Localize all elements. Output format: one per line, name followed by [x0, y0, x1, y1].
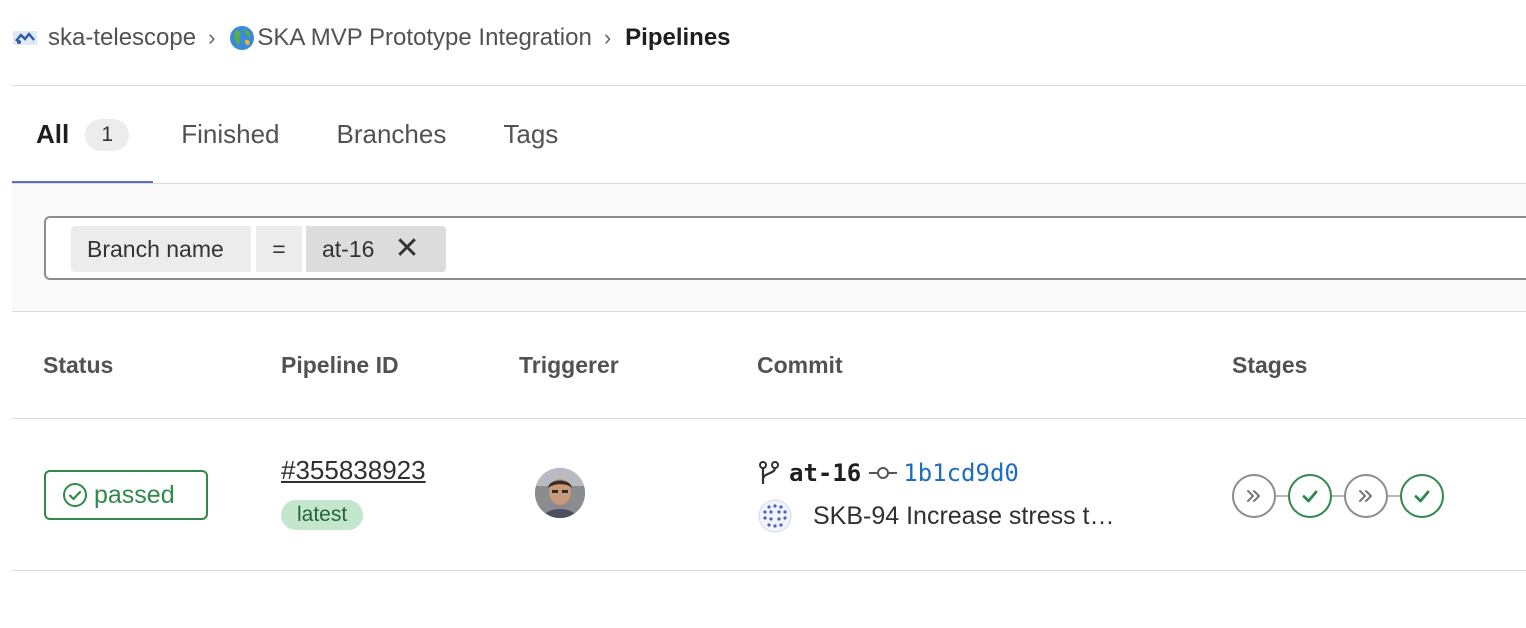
breadcrumb-project[interactable]: SKA MVP Prototype Integration — [229, 24, 592, 52]
tab-finished[interactable]: Finished — [181, 86, 279, 183]
commit-ref: at-16 1b1cd9d0 — [757, 456, 1019, 490]
status-label: passed — [94, 480, 175, 509]
pipeline-id-link[interactable]: #355838923 — [281, 455, 426, 486]
breadcrumb-project-label[interactable]: SKA MVP Prototype Integration — [257, 24, 591, 52]
close-icon[interactable]: ✕ — [394, 234, 419, 264]
column-header-pipeline-id: Pipeline ID — [281, 352, 399, 378]
stage-connector — [1276, 495, 1288, 497]
column-header-triggerer: Triggerer — [519, 352, 619, 378]
breadcrumb-group[interactable]: ska-telescope — [12, 24, 196, 52]
check-icon — [1414, 490, 1430, 503]
commit-title-row: SKB-94 Increase stress t… — [757, 498, 1115, 534]
tab-branches[interactable]: Branches — [337, 86, 447, 183]
divider — [12, 418, 1526, 419]
double-chevron-icon — [1359, 490, 1372, 502]
filter-token-value-chip[interactable]: at-16 ✕ — [306, 226, 446, 272]
breadcrumb-group-label[interactable]: ska-telescope — [48, 24, 196, 52]
check-circle-icon — [63, 483, 87, 507]
tab-all-label[interactable]: All — [36, 119, 69, 150]
breadcrumb: ska-telescope › SKA MVP Prototype Integr… — [12, 20, 731, 56]
pipeline-tabs: All 1 Finished Branches Tags — [12, 86, 558, 184]
latest-badge: latest — [281, 500, 364, 530]
tab-all[interactable]: All 1 — [12, 86, 154, 184]
filter-token-name[interactable]: Branch name — [71, 226, 251, 272]
branch-link[interactable]: at-16 — [789, 459, 861, 487]
stage-4-success[interactable] — [1400, 474, 1444, 518]
column-header-status: Status — [43, 352, 114, 378]
tab-all-count: 1 — [85, 118, 130, 151]
filtered-search-input[interactable]: Branch name = at-16 ✕ — [44, 216, 1526, 280]
branch-icon — [759, 461, 779, 484]
commit-sha-link[interactable]: 1b1cd9d0 — [903, 459, 1019, 487]
avatar-image — [535, 468, 585, 518]
status-badge[interactable]: passed — [44, 470, 208, 520]
double-chevron-icon — [1247, 490, 1260, 502]
pipeline-stages — [1232, 474, 1444, 518]
breadcrumb-separator: › — [603, 25, 612, 50]
commit-title-link[interactable]: SKB-94 Increase stress t… — [813, 502, 1115, 531]
globe-icon — [230, 26, 255, 50]
breadcrumb-separator: › — [208, 25, 216, 50]
filter-token-operator[interactable]: = — [256, 226, 302, 272]
identicon-icon[interactable] — [757, 498, 793, 534]
stage-1-skipped[interactable] — [1232, 474, 1276, 518]
commit-icon — [869, 467, 898, 479]
tab-tags[interactable]: Tags — [503, 86, 558, 183]
column-header-stages: Stages — [1232, 352, 1308, 378]
stage-connector — [1332, 495, 1344, 497]
ska-logo-icon — [13, 31, 37, 45]
stage-2-success[interactable] — [1288, 474, 1332, 518]
check-icon — [1302, 490, 1318, 503]
breadcrumb-current[interactable]: Pipelines — [625, 24, 730, 52]
filter-token-value[interactable]: at-16 — [322, 236, 374, 263]
filter-area: Branch name = at-16 ✕ — [12, 184, 1526, 312]
column-header-commit: Commit — [757, 352, 843, 378]
stage-3-skipped[interactable] — [1344, 474, 1388, 518]
stage-connector — [1388, 495, 1400, 497]
divider — [12, 570, 1526, 571]
triggerer-avatar[interactable] — [535, 468, 585, 518]
